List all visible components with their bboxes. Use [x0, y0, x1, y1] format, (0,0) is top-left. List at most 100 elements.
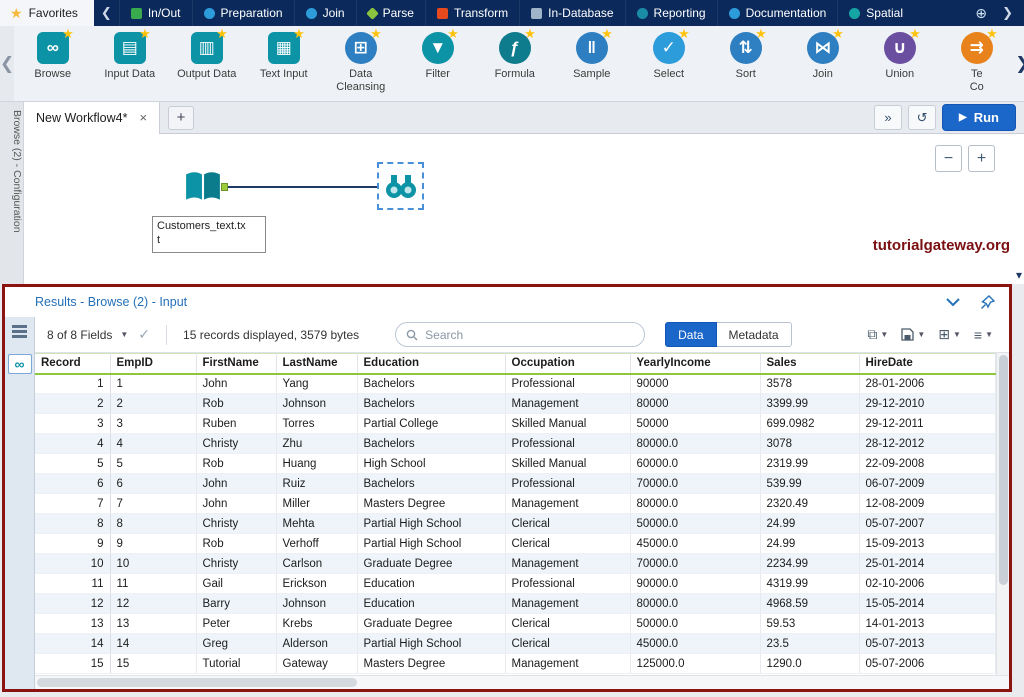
- ribbon-tab-join[interactable]: Join: [294, 0, 356, 26]
- save-button[interactable]: ▼: [901, 328, 925, 341]
- tool-text-input[interactable]: ▦★Text Input: [245, 29, 322, 101]
- apply-check-icon[interactable]: ✓: [138, 326, 150, 343]
- records-view-icon[interactable]: [12, 325, 27, 328]
- tool-te-co[interactable]: ⇉★Te Co: [938, 29, 1015, 101]
- ribbon-tab-in-out[interactable]: In/Out: [119, 0, 192, 26]
- favorite-star-icon[interactable]: ★: [832, 26, 844, 42]
- tab-metadata[interactable]: Metadata: [717, 322, 792, 347]
- vertical-scrollbar[interactable]: [996, 353, 1009, 675]
- ribbon-scroll-right-icon[interactable]: ❯: [995, 5, 1020, 21]
- search-input[interactable]: [425, 328, 634, 342]
- zoom-out-button[interactable]: −: [935, 145, 962, 172]
- column-header-education[interactable]: Education: [357, 354, 505, 374]
- configuration-panel-collapsed[interactable]: Browse (2) - Configuration: [0, 102, 24, 284]
- favorite-star-icon[interactable]: ★: [139, 26, 151, 42]
- browse-source-icon[interactable]: ∞: [8, 354, 32, 374]
- toolbar-overflow-button[interactable]: »: [874, 105, 902, 130]
- browse-tool-node-selected[interactable]: [377, 162, 424, 210]
- favorite-star-icon[interactable]: ★: [62, 26, 74, 42]
- column-header-yearlyincome[interactable]: YearlyIncome: [630, 354, 760, 374]
- favorite-star-icon[interactable]: ★: [986, 26, 998, 42]
- table-row[interactable]: 1313PeterKrebsGraduate DegreeClerical500…: [35, 614, 996, 634]
- tool-data-cleansing[interactable]: ⊞★Data Cleansing: [322, 29, 399, 101]
- table-row[interactable]: 1414GregAldersonPartial High SchoolCleri…: [35, 634, 996, 654]
- input-tool-annotation[interactable]: Customers_text.tx t: [152, 216, 266, 253]
- tool-sample[interactable]: ‖★Sample: [553, 29, 630, 101]
- pin-icon[interactable]: [980, 295, 995, 310]
- favorite-star-icon[interactable]: ★: [293, 26, 305, 42]
- fields-dropdown[interactable]: 8 of 8 Fields: [47, 328, 112, 342]
- ribbon-tab-spatial[interactable]: Spatial: [837, 0, 914, 26]
- favorite-star-icon[interactable]: ★: [601, 26, 613, 42]
- ribbon-tab-preparation[interactable]: Preparation: [192, 0, 294, 26]
- copy-button[interactable]: ⧉ ▼: [867, 326, 888, 343]
- output-anchor[interactable]: [221, 183, 228, 191]
- connection-line[interactable]: [228, 186, 390, 188]
- table-row[interactable]: 55RobHuangHigh SchoolSkilled Manual60000…: [35, 454, 996, 474]
- table-row[interactable]: 22RobJohnsonBachelorsManagement800003399…: [35, 394, 996, 414]
- column-header-lastname[interactable]: LastName: [276, 354, 357, 374]
- add-category-icon[interactable]: ⊕: [971, 5, 991, 22]
- favorite-star-icon[interactable]: ★: [216, 26, 228, 42]
- fields-dropdown-caret-icon[interactable]: ▼: [120, 330, 128, 339]
- input-data-tool-node[interactable]: [184, 170, 222, 204]
- favorite-star-icon[interactable]: ★: [447, 26, 459, 42]
- search-box[interactable]: [395, 322, 645, 347]
- tool-filter[interactable]: ▼★Filter: [399, 29, 476, 101]
- table-row[interactable]: 44ChristyZhuBachelorsProfessional80000.0…: [35, 434, 996, 454]
- table-row[interactable]: 11JohnYangBachelorsProfessional900003578…: [35, 374, 996, 394]
- table-row[interactable]: 1010ChristyCarlsonGraduate DegreeManagem…: [35, 554, 996, 574]
- workflow-history-button[interactable]: ↺: [908, 105, 936, 130]
- favorite-star-icon[interactable]: ★: [909, 26, 921, 42]
- table-row[interactable]: 1212BarryJohnsonEducationManagement80000…: [35, 594, 996, 614]
- column-header-record[interactable]: Record: [35, 354, 110, 374]
- tool-formula[interactable]: ƒ★Formula: [476, 29, 553, 101]
- vertical-scrollbar-thumb[interactable]: [999, 355, 1008, 585]
- options-menu-button[interactable]: ≡ ▼: [974, 327, 993, 343]
- tool-select[interactable]: ✓★Select: [630, 29, 707, 101]
- tab-data[interactable]: Data: [665, 322, 716, 347]
- favorite-star-icon[interactable]: ★: [755, 26, 767, 42]
- collapse-results-icon[interactable]: [946, 298, 960, 307]
- tool-input-data[interactable]: ▤★Input Data: [91, 29, 168, 101]
- ribbon-scroll-left-icon[interactable]: ❮: [94, 0, 119, 26]
- table-row[interactable]: 66JohnRuizBachelorsProfessional70000.053…: [35, 474, 996, 494]
- workflow-tab-active[interactable]: New Workflow4* ×: [24, 102, 160, 134]
- table-row[interactable]: 33RubenTorresPartial CollegeSkilled Manu…: [35, 414, 996, 434]
- favorite-star-icon[interactable]: ★: [524, 26, 536, 42]
- table-row[interactable]: 99RobVerhoffPartial High SchoolClerical4…: [35, 534, 996, 554]
- tool-output-data[interactable]: ▥★Output Data: [168, 29, 245, 101]
- column-header-empid[interactable]: EmpID: [110, 354, 196, 374]
- favorite-star-icon[interactable]: ★: [678, 26, 690, 42]
- column-header-firstname[interactable]: FirstName: [196, 354, 276, 374]
- zoom-in-button[interactable]: +: [968, 145, 995, 172]
- ribbon-tab-reporting[interactable]: Reporting: [625, 0, 717, 26]
- column-header-sales[interactable]: Sales: [760, 354, 859, 374]
- ribbon-tab-documentation[interactable]: Documentation: [717, 0, 838, 26]
- ribbon-tab-in-database[interactable]: In-Database: [519, 0, 624, 26]
- new-workflow-button[interactable]: +: [168, 106, 194, 130]
- table-row[interactable]: 1111GailEricksonEducationProfessional900…: [35, 574, 996, 594]
- ribbon-tab-transform[interactable]: Transform: [425, 0, 519, 26]
- canvas-scroll-down-icon[interactable]: ▾: [1016, 268, 1022, 282]
- table-row[interactable]: 77JohnMillerMasters DegreeManagement8000…: [35, 494, 996, 514]
- run-button[interactable]: ▶ Run: [942, 104, 1016, 131]
- tool-union[interactable]: ∪★Union: [861, 29, 938, 101]
- table-row[interactable]: 1515TutorialGatewayMasters DegreeManagem…: [35, 654, 996, 674]
- tool-browse[interactable]: ∞★Browse: [14, 29, 91, 101]
- table-row[interactable]: 88ChristyMehtaPartial High SchoolClerica…: [35, 514, 996, 534]
- close-tab-icon[interactable]: ×: [139, 110, 147, 125]
- palette-scroll-left-icon[interactable]: ❮: [0, 26, 14, 101]
- horizontal-scrollbar[interactable]: [35, 675, 1009, 689]
- column-header-hiredate[interactable]: HireDate: [859, 354, 996, 374]
- horizontal-scrollbar-thumb[interactable]: [37, 678, 357, 687]
- ribbon-tab-favorites[interactable]: ★ Favorites: [0, 0, 94, 26]
- tool-join[interactable]: ⋈★Join: [784, 29, 861, 101]
- workflow-canvas[interactable]: Customers_text.tx t − + tutorialgateway.…: [24, 134, 1024, 284]
- favorite-star-icon[interactable]: ★: [370, 26, 382, 42]
- new-window-button[interactable]: ⊞ ▼: [938, 326, 961, 343]
- ribbon-tab-parse[interactable]: Parse: [356, 0, 425, 26]
- tool-sort[interactable]: ⇅★Sort: [707, 29, 784, 101]
- palette-scroll-right-icon[interactable]: ❯: [1015, 26, 1024, 101]
- column-header-occupation[interactable]: Occupation: [505, 354, 630, 374]
